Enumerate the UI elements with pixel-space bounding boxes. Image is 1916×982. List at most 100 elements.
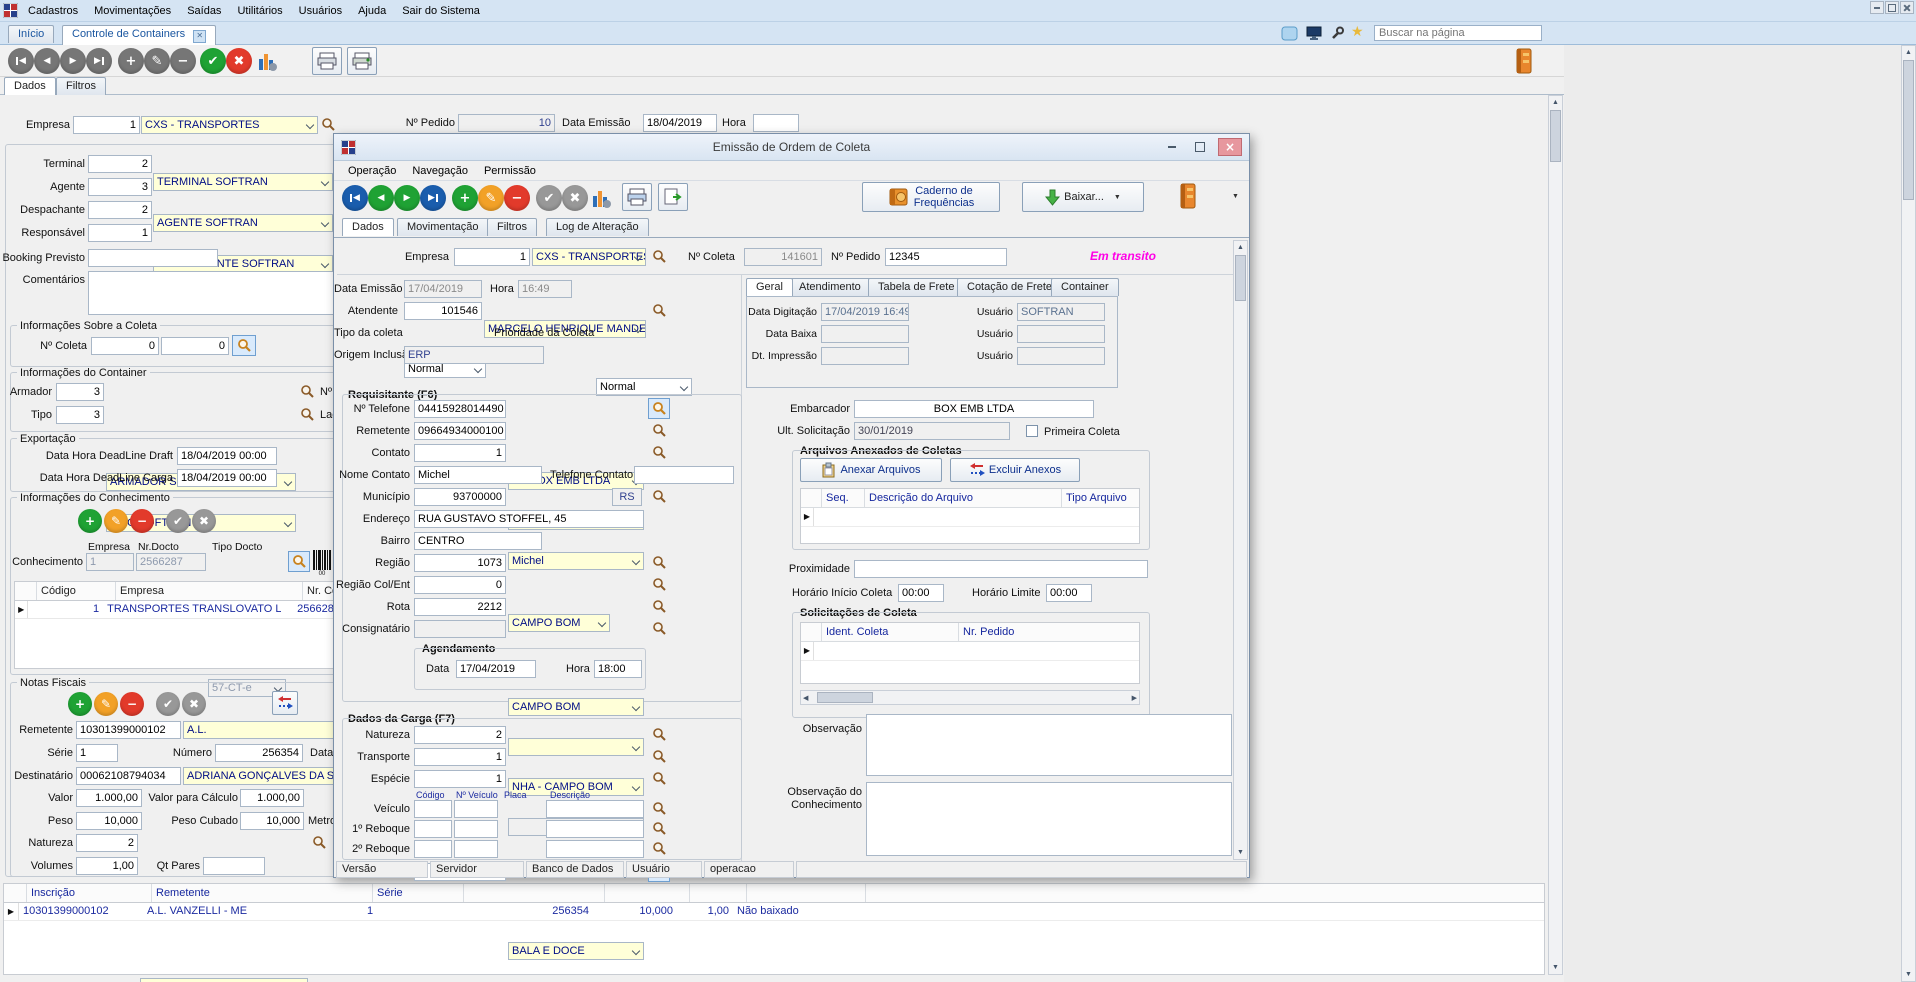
tab-atendimento[interactable]: Atendimento	[789, 278, 871, 296]
window-scrollbar[interactable]: ▲ ▼	[1901, 45, 1916, 982]
carga-transporte-search-icon[interactable]	[652, 749, 667, 764]
regcol-search-icon[interactable]	[652, 577, 667, 592]
dialog-nav-next-button[interactable]: ▶	[394, 185, 420, 211]
dialog-tab-filtros[interactable]: Filtros	[487, 218, 537, 236]
delete-button[interactable]: −	[170, 48, 196, 74]
baixar-button[interactable]: Baixar... ▼	[1022, 182, 1144, 212]
d-atendente-search-icon[interactable]	[652, 303, 667, 318]
notas-grid[interactable]: Inscrição Remetente Série ▶ 103013990001…	[3, 883, 1545, 975]
star-icon[interactable]: ★	[1351, 23, 1364, 40]
nf-peso-field[interactable]: 10,000	[76, 812, 142, 830]
content-scrollbar[interactable]: ▲ ▼	[1548, 95, 1563, 975]
notas-add-button[interactable]: +	[68, 692, 92, 716]
nf-natureza-combo[interactable]: BALA E DOCE	[140, 978, 308, 982]
reboque1-descricao-field[interactable]	[546, 820, 644, 838]
contato-code-field[interactable]: 1	[414, 444, 506, 462]
comentarios-textarea[interactable]	[88, 271, 345, 315]
nf-valor-field[interactable]: 1.000,00	[76, 789, 142, 807]
dialog-titlebar[interactable]: Emissão de Ordem de Coleta ×	[334, 134, 1249, 161]
binder-icon[interactable]	[1514, 48, 1534, 79]
nf-serie-field[interactable]: 1	[76, 744, 118, 762]
consignatario-search-icon[interactable]	[652, 621, 667, 636]
toolbar-overflow-icon[interactable]: ▼	[1232, 193, 1239, 200]
carga-natureza-search-icon[interactable]	[652, 727, 667, 742]
embarcador-field[interactable]: BOX EMB LTDA	[854, 400, 1094, 418]
emissao-field[interactable]: 18/04/2019	[643, 114, 717, 132]
notas-confirm-button[interactable]: ✔	[156, 692, 180, 716]
nf-remetente-code[interactable]: 10301399000102	[76, 721, 181, 739]
notas-cancel-button[interactable]: ✖	[182, 692, 206, 716]
nf-valor-calc-field[interactable]: 1.000,00	[240, 789, 304, 807]
reboque2-codigo-field[interactable]	[414, 840, 452, 858]
menu-cadastros[interactable]: Cadastros	[20, 2, 86, 20]
tab-tabela-frete[interactable]: Tabela de Frete	[868, 278, 964, 296]
baixar-caret-icon[interactable]: ▼	[1114, 194, 1121, 201]
solicitacoes-grid[interactable]: Ident. Coleta Nr. Pedido ▶	[800, 622, 1140, 684]
nf-numero-field[interactable]: 256354	[215, 744, 303, 762]
observacao-textarea[interactable]	[866, 714, 1232, 776]
agend-hora-field[interactable]: 18:00	[594, 660, 642, 678]
reboque1-search-icon[interactable]	[652, 821, 667, 836]
nav-first-button[interactable]: ◀	[8, 48, 34, 74]
rota-code-field[interactable]: 2212	[414, 598, 506, 616]
window-minimize-button[interactable]	[1870, 1, 1884, 14]
confirm-button[interactable]: ✔	[200, 48, 226, 74]
booking-field[interactable]	[88, 249, 218, 267]
nf-natureza-search-icon[interactable]	[312, 835, 327, 850]
conhecimento-cancel-button[interactable]: ✖	[192, 509, 216, 533]
page-tab-filtros[interactable]: Filtros	[56, 77, 106, 95]
d-atendente-code[interactable]: 101546	[404, 302, 482, 320]
table-row[interactable]: ▶	[801, 642, 1139, 661]
scroll-up-icon[interactable]: ▲	[1902, 46, 1915, 59]
anexar-arquivos-button[interactable]: Anexar Arquivos	[800, 458, 942, 482]
deadline-carga-field[interactable]: 18/04/2019 00:00	[177, 469, 277, 487]
agente-code-field[interactable]: 3	[88, 178, 152, 196]
scroll-down-icon[interactable]: ▼	[1234, 846, 1247, 859]
notas-transfer-button[interactable]	[272, 691, 298, 715]
ncoleta-search-icon[interactable]	[232, 335, 256, 356]
anexos-grid[interactable]: Seq. Descrição do Arquivo Tipo Arquivo ▶	[800, 488, 1140, 544]
reboque2-nveiculo-field[interactable]	[454, 840, 498, 858]
carga-natureza-combo[interactable]: BALA E DOCE	[508, 942, 644, 960]
dialog-maximize-button[interactable]	[1188, 139, 1212, 155]
dialog-close-button[interactable]: ×	[1218, 138, 1242, 156]
tipo-code-field[interactable]: 3	[56, 406, 104, 424]
dialog-export-icon[interactable]	[658, 183, 688, 211]
scroll-up-icon[interactable]: ▲	[1234, 241, 1247, 254]
dialog-scrollbar[interactable]: ▲ ▼	[1233, 240, 1248, 860]
d-empresa-combo[interactable]: CXS - TRANSPORTES	[532, 248, 646, 266]
conhecimento-edit-button[interactable]: ✎	[104, 509, 128, 533]
reboque1-nveiculo-field[interactable]	[454, 820, 498, 838]
tab-close-icon[interactable]: ✕	[193, 30, 206, 43]
nf-peso-cubado-field[interactable]: 10,000	[240, 812, 304, 830]
veiculo-search-icon[interactable]	[652, 801, 667, 816]
municipio-code-field[interactable]: 93700000	[414, 488, 506, 506]
scroll-down-icon[interactable]: ▼	[1549, 961, 1562, 974]
agente-combo[interactable]: AGENTE SOFTRAN	[153, 214, 333, 232]
table-row[interactable]: ▶ 1 TRANSPORTES TRANSLOVATO LTDA 2566287	[15, 601, 344, 619]
notas-delete-button[interactable]: −	[120, 692, 144, 716]
tab-cotacao-frete[interactable]: Cotação de Frete	[957, 278, 1062, 296]
excluir-anexos-button[interactable]: Excluir Anexos	[950, 458, 1080, 482]
scroll-left-icon[interactable]: ◀	[803, 692, 808, 705]
deadline-draft-field[interactable]: 18/04/2019 00:00	[177, 447, 277, 465]
nf-dest-code[interactable]: 00062108794034	[76, 767, 181, 785]
reboque1-codigo-field[interactable]	[414, 820, 452, 838]
dialog-edit-button[interactable]: ✎	[478, 185, 504, 211]
find-input[interactable]	[1374, 25, 1542, 41]
nf-natureza-code[interactable]: 2	[76, 834, 138, 852]
conhecimento-delete-button[interactable]: −	[130, 509, 154, 533]
municipio-combo[interactable]: CAMPO BOM	[508, 614, 610, 632]
regiao-combo[interactable]: CAMPO BOM	[508, 698, 644, 716]
terminal-combo[interactable]: TERMINAL SOFTRAN	[153, 173, 333, 191]
conhecimento-search-icon[interactable]	[288, 551, 310, 572]
add-button[interactable]: +	[118, 48, 144, 74]
nav-last-button[interactable]: ▶	[86, 48, 112, 74]
menu-utilitarios[interactable]: Utilitários	[229, 2, 290, 20]
dialog-menu-operacao[interactable]: Operação	[340, 162, 404, 180]
regcol-code-field[interactable]: 0	[414, 576, 506, 594]
carga-transporte-code[interactable]: 1	[414, 748, 506, 766]
wrench-icon[interactable]	[1330, 26, 1345, 46]
conhecimento-grid[interactable]: Código Empresa Nr. Conhecimento ▶ 1 TRAN…	[14, 581, 345, 669]
reboque2-descricao-field[interactable]	[546, 840, 644, 858]
